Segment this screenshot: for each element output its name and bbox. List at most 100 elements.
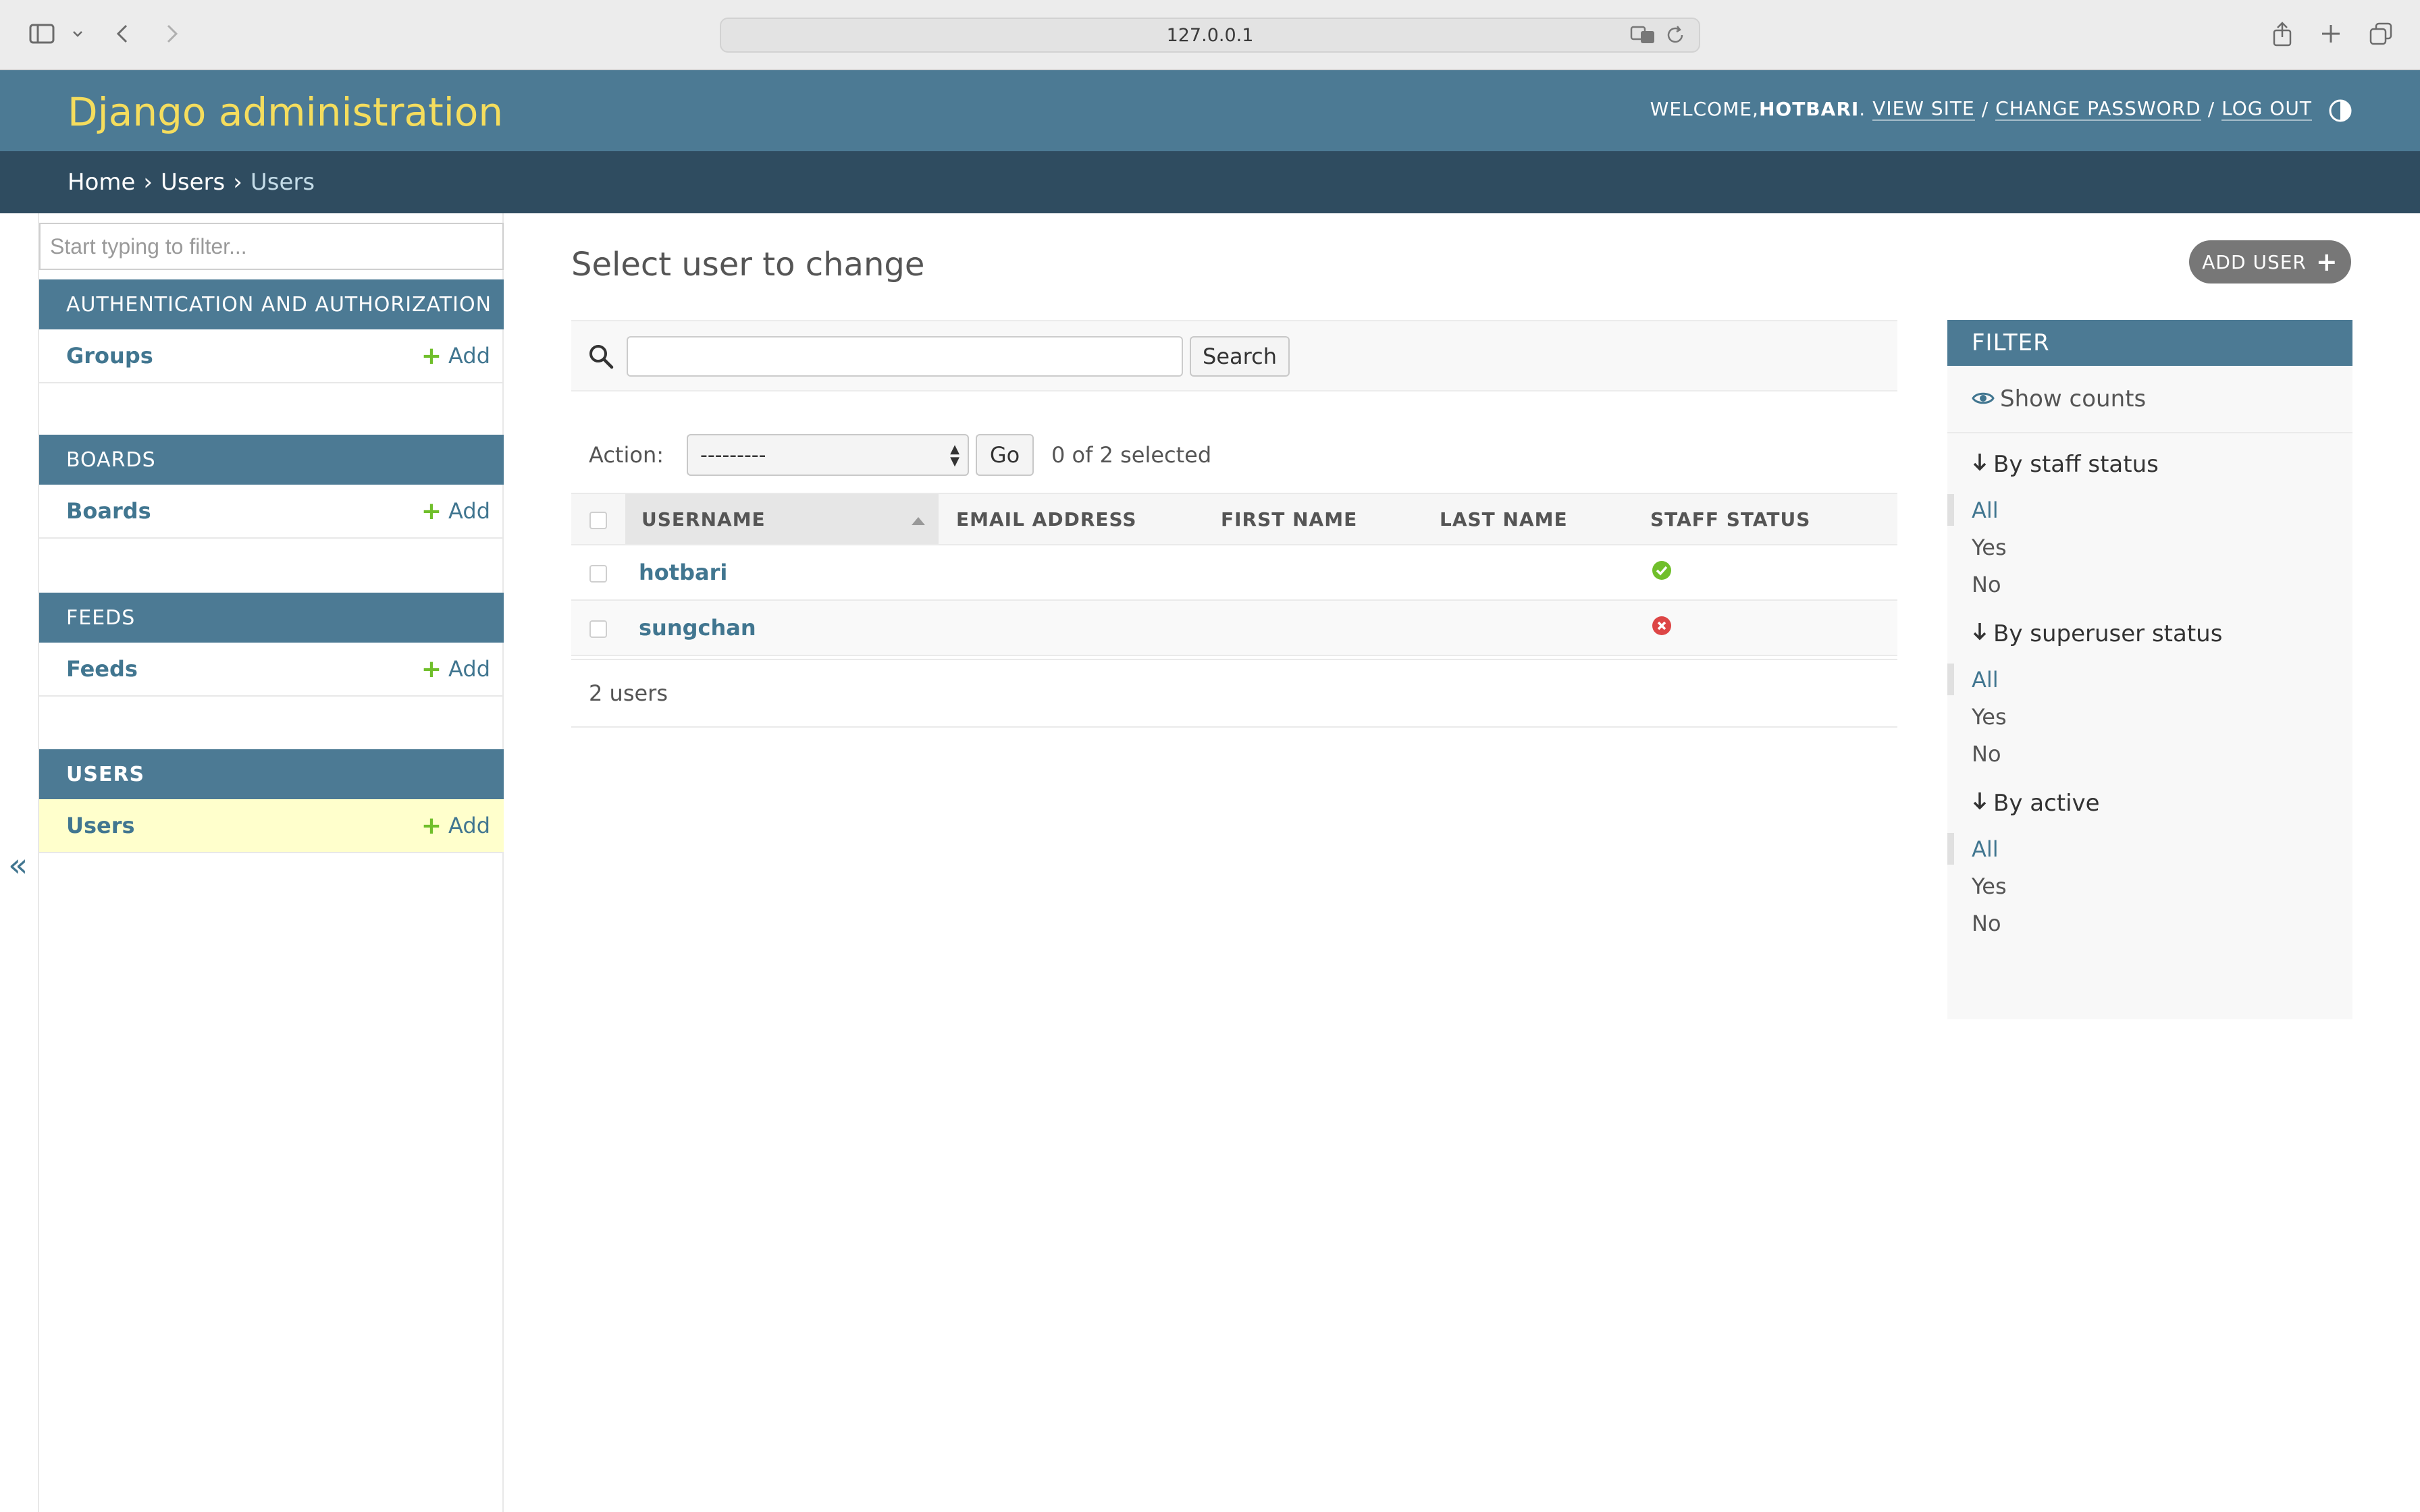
filter-option-no[interactable]: No (1947, 735, 2352, 772)
first-name-cell (1214, 600, 1433, 656)
model-link-boards[interactable]: Boards (66, 498, 151, 524)
row-checkbox[interactable] (589, 565, 607, 583)
username-cell: hotbari (625, 545, 939, 601)
app-module-feeds: FEEDS Feeds + Add (39, 593, 504, 697)
filter-title-toggle[interactable]: By staff status (1947, 451, 2352, 478)
app-caption-boards[interactable]: BOARDS (39, 435, 504, 485)
view-site-link[interactable]: VIEW SITE (1872, 97, 1975, 121)
show-counts-label: Show counts (2000, 385, 2147, 412)
model-link-feeds[interactable]: Feeds (66, 656, 138, 682)
username-cell: sungchan (625, 600, 939, 656)
tab-overview-icon[interactable] (2369, 15, 2393, 53)
column-username[interactable]: USERNAME (625, 493, 939, 545)
translate-icon[interactable] (1630, 24, 1656, 51)
filter-group-superuser: By superuser status All Yes No (1947, 603, 2352, 772)
new-tab-icon[interactable] (2319, 15, 2343, 53)
filter-option-no[interactable]: No (1947, 566, 2352, 603)
column-header-label: FIRST NAME (1221, 508, 1358, 531)
sidebar-item-feeds: Feeds + Add (39, 643, 504, 697)
add-user-button[interactable]: ADD USER + (2189, 240, 2351, 284)
table-row: sungchan (571, 600, 1897, 656)
filter-title-toggle[interactable]: By active (1947, 790, 2352, 817)
search-input[interactable] (627, 336, 1183, 377)
arrow-down-icon (1972, 790, 1988, 817)
breadcrumb-home[interactable]: Home (68, 169, 135, 196)
add-users-link[interactable]: + Add (421, 812, 490, 840)
app-caption-feeds[interactable]: FEEDS (39, 593, 504, 643)
staff-status-cell (1643, 600, 1897, 656)
app-caption-users[interactable]: USERS (39, 749, 504, 799)
sort-ascending-icon[interactable] (912, 517, 925, 525)
browser-toolbar: 127.0.0.1 (0, 0, 2420, 70)
add-boards-link[interactable]: + Add (421, 497, 490, 525)
plus-icon: + (2315, 247, 2338, 277)
user-tools-separator: / (1981, 98, 1989, 120)
filter-option-all[interactable]: All (1947, 491, 2352, 529)
row-select-cell (571, 600, 625, 656)
model-link-users[interactable]: Users (66, 813, 135, 838)
model-link-groups[interactable]: Groups (66, 343, 153, 369)
breadcrumb-separator: › (143, 169, 153, 196)
table-header-row: USERNAME EMAIL ADDRESS FIRST NAME LAST N… (571, 493, 1897, 545)
nav-filter-placeholder: Start typing to filter... (50, 234, 247, 259)
column-staff-status[interactable]: STAFF STATUS (1643, 493, 1897, 545)
email-cell (939, 600, 1214, 656)
action-counter: 0 of 2 selected (1051, 442, 1212, 468)
share-icon[interactable] (2270, 15, 2294, 53)
sidebar-toggle-icon[interactable] (27, 15, 57, 53)
last-name-cell (1433, 600, 1643, 656)
filter-title-label: By staff status (1993, 451, 2159, 478)
change-password-link[interactable]: CHANGE PASSWORD (1995, 97, 2201, 121)
app-module-auth: AUTHENTICATION AND AUTHORIZATION Groups … (39, 279, 504, 383)
column-last-name[interactable]: LAST NAME (1433, 493, 1643, 545)
current-username: HOTBARI (1758, 98, 1860, 120)
filter-option-no[interactable]: No (1947, 905, 2352, 942)
theme-toggle-icon[interactable] (2328, 99, 2352, 123)
filter-option-yes[interactable]: Yes (1947, 867, 2352, 905)
app-caption-auth[interactable]: AUTHENTICATION AND AUTHORIZATION (39, 279, 504, 329)
first-name-cell (1214, 545, 1433, 601)
cross-icon (1652, 616, 1672, 641)
search-button[interactable]: Search (1190, 336, 1290, 377)
column-header-label: USERNAME (641, 508, 766, 531)
welcome-text: WELCOME, (1650, 98, 1759, 120)
column-email[interactable]: EMAIL ADDRESS (939, 493, 1214, 545)
add-label: Add (448, 343, 490, 369)
user-link[interactable]: hotbari (639, 560, 727, 585)
back-icon[interactable] (112, 15, 132, 53)
breadcrumb-current: Users (250, 169, 315, 196)
user-tools: WELCOME, HOTBARI . VIEW SITE / CHANGE PA… (1650, 97, 2312, 121)
forward-icon[interactable] (162, 15, 182, 53)
url-bar[interactable]: 127.0.0.1 (720, 18, 1700, 53)
nav-filter-input[interactable]: Start typing to filter... (39, 223, 504, 270)
filter-option-all[interactable]: All (1947, 830, 2352, 867)
filter-option-yes[interactable]: Yes (1947, 529, 2352, 566)
plus-icon: + (421, 497, 442, 525)
filter-title-toggle[interactable]: By superuser status (1947, 620, 2352, 647)
user-link[interactable]: sungchan (639, 615, 756, 641)
reload-icon[interactable] (1665, 24, 1685, 51)
url-text: 127.0.0.1 (1166, 24, 1254, 46)
go-button[interactable]: Go (976, 434, 1034, 476)
log-out-link[interactable]: LOG OUT (2221, 97, 2312, 121)
sidebar-item-users: Users + Add (39, 799, 504, 853)
sidebar-collapse-toggle[interactable]: « (8, 846, 28, 884)
action-select[interactable]: --------- ▲ ▼ (687, 434, 969, 476)
column-first-name[interactable]: FIRST NAME (1214, 493, 1433, 545)
app-module-users: USERS Users + Add (39, 749, 504, 853)
row-select-cell (571, 545, 625, 601)
email-cell (939, 545, 1214, 601)
chevron-down-icon[interactable] (69, 15, 86, 53)
site-header: Django administration WELCOME, HOTBARI .… (0, 70, 2420, 151)
breadcrumb-app[interactable]: Users (161, 169, 225, 196)
user-tools-separator: / (2207, 98, 2215, 120)
arrow-down-icon (1972, 620, 1988, 647)
row-checkbox[interactable] (589, 620, 607, 638)
filter-option-all[interactable]: All (1947, 661, 2352, 698)
site-branding[interactable]: Django administration (68, 89, 503, 135)
filter-option-yes[interactable]: Yes (1947, 698, 2352, 735)
add-groups-link[interactable]: + Add (421, 342, 490, 370)
show-counts-link[interactable]: Show counts (1947, 366, 2352, 433)
select-all-checkbox[interactable] (589, 511, 607, 529)
add-feeds-link[interactable]: + Add (421, 655, 490, 683)
